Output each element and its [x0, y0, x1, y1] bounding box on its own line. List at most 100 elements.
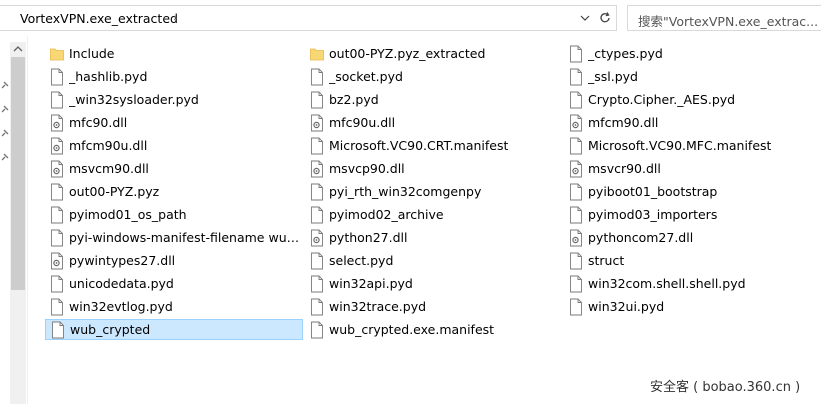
folder-item[interactable]: Include [45, 43, 303, 64]
file-icon [50, 275, 64, 293]
file-item[interactable]: msvcp90.dll [305, 158, 563, 179]
file-icon [310, 137, 324, 155]
dll-file-icon [310, 114, 324, 132]
dll-file-icon [310, 229, 324, 247]
file-icon [310, 68, 324, 86]
file-item[interactable]: win32trace.pyd [305, 296, 563, 317]
file-item[interactable]: pyiboot01_bootstrap [564, 181, 821, 202]
file-item[interactable]: pyi_rth_win32comgenpy [305, 181, 563, 202]
dll-file-icon [50, 252, 64, 270]
file-item[interactable]: pyimod03_importers [564, 204, 821, 225]
file-item[interactable]: msvcm90.dll [45, 158, 303, 179]
folder-icon [50, 45, 64, 63]
file-item[interactable]: win32evtlog.pyd [45, 296, 303, 317]
search-box[interactable]: 搜索"VortexVPN.exe_extrac... [627, 5, 821, 31]
file-name: win32ui.pyd [588, 299, 665, 314]
file-item[interactable]: pyi-windows-manifest-filename wub_c... [45, 227, 303, 248]
file-item[interactable]: win32com.shell.shell.pyd [564, 273, 821, 294]
file-item[interactable]: mfc90u.dll [305, 112, 563, 133]
file-icon [569, 91, 583, 109]
file-icon [51, 321, 65, 339]
file-item[interactable]: pyimod01_os_path [45, 204, 303, 225]
file-item[interactable]: _ssl.pyd [564, 66, 821, 87]
file-name: pywintypes27.dll [69, 253, 176, 268]
file-name: msvcr90.dll [588, 161, 661, 176]
file-item[interactable]: python27.dll [305, 227, 563, 248]
file-icon [310, 206, 324, 224]
address-bar[interactable]: VortexVPN.exe_extracted › [0, 5, 617, 31]
file-name: _win32sysloader.pyd [69, 92, 199, 107]
file-icon [310, 91, 324, 109]
file-item[interactable]: Crypto.Cipher._AES.pyd [564, 89, 821, 110]
dll-file-icon [569, 114, 583, 132]
file-icon [50, 91, 64, 109]
refresh-icon[interactable] [598, 10, 612, 26]
breadcrumb-chevron-icon[interactable]: › [173, 11, 177, 24]
file-icon [50, 68, 64, 86]
dll-file-icon [50, 114, 64, 132]
dll-file-icon [569, 160, 583, 178]
file-name: select.pyd [329, 253, 394, 268]
file-item[interactable]: out00-PYZ.pyz [45, 181, 303, 202]
file-item[interactable]: struct [564, 250, 821, 271]
file-name: win32trace.pyd [329, 299, 427, 314]
file-name: wub_crypted [70, 322, 151, 337]
pin-icon[interactable] [0, 80, 10, 90]
file-icon [569, 137, 583, 155]
file-item[interactable]: _ctypes.pyd [564, 43, 821, 64]
file-item[interactable]: _win32sysloader.pyd [45, 89, 303, 110]
file-name: mfcm90.dll [588, 115, 659, 130]
breadcrumb[interactable]: VortexVPN.exe_extracted [20, 11, 178, 26]
file-item[interactable]: pythoncom27.dll [564, 227, 821, 248]
file-name: Include [69, 46, 115, 61]
watermark: 安全客 ( bobao.360.cn ) [650, 380, 801, 395]
file-item[interactable]: bz2.pyd [305, 89, 563, 110]
file-name: win32com.shell.shell.pyd [588, 276, 746, 291]
file-item[interactable]: msvcr90.dll [564, 158, 821, 179]
pin-icon[interactable] [0, 104, 10, 114]
file-item[interactable]: _hashlib.pyd [45, 66, 303, 87]
file-icon [50, 229, 64, 247]
file-name: _hashlib.pyd [69, 69, 148, 84]
file-name: struct [588, 253, 625, 268]
pin-icon[interactable] [0, 152, 10, 162]
folder-item[interactable]: out00-PYZ.pyz_extracted [305, 43, 563, 64]
file-item[interactable]: wub_crypted [45, 319, 303, 340]
file-icon [569, 252, 583, 270]
file-icon [50, 298, 64, 316]
file-item[interactable]: _socket.pyd [305, 66, 563, 87]
file-item[interactable]: mfcm90u.dll [45, 135, 303, 156]
file-name: mfc90u.dll [329, 115, 396, 130]
file-item[interactable]: Microsoft.VC90.CRT.manifest [305, 135, 563, 156]
file-item[interactable]: wub_crypted.exe.manifest [305, 319, 563, 340]
file-item[interactable]: mfcm90.dll [564, 112, 821, 133]
nav-scrollbar-thumb[interactable] [11, 57, 25, 290]
file-item[interactable]: Microsoft.VC90.MFC.manifest [564, 135, 821, 156]
file-name: win32api.pyd [329, 276, 413, 291]
file-item[interactable]: win32ui.pyd [564, 296, 821, 317]
file-name: wub_crypted.exe.manifest [329, 322, 495, 337]
file-item[interactable]: mfc90.dll [45, 112, 303, 133]
file-name: out00-PYZ.pyz_extracted [329, 46, 486, 61]
pin-icon[interactable] [0, 128, 10, 138]
file-item[interactable]: select.pyd [305, 250, 563, 271]
dll-file-icon [50, 160, 64, 178]
file-item[interactable]: unicodedata.pyd [45, 273, 303, 294]
scroll-up-arrow-icon[interactable] [10, 42, 26, 56]
file-icon [569, 298, 583, 316]
file-icon [50, 206, 64, 224]
dll-file-icon [569, 229, 583, 247]
file-name: pyiboot01_bootstrap [588, 184, 718, 199]
file-name: msvcp90.dll [329, 161, 405, 176]
file-icon [310, 183, 324, 201]
file-item[interactable]: win32api.pyd [305, 273, 563, 294]
file-item[interactable]: pywintypes27.dll [45, 250, 303, 271]
search-input[interactable]: 搜索"VortexVPN.exe_extrac... [638, 11, 818, 30]
file-name: Crypto.Cipher._AES.pyd [588, 92, 736, 107]
history-dropdown-icon[interactable] [578, 10, 592, 26]
file-icon [569, 275, 583, 293]
file-item[interactable]: pyimod02_archive [305, 204, 563, 225]
file-icon [569, 45, 583, 63]
file-name: mfc90.dll [69, 115, 128, 130]
file-name: win32evtlog.pyd [69, 299, 173, 314]
